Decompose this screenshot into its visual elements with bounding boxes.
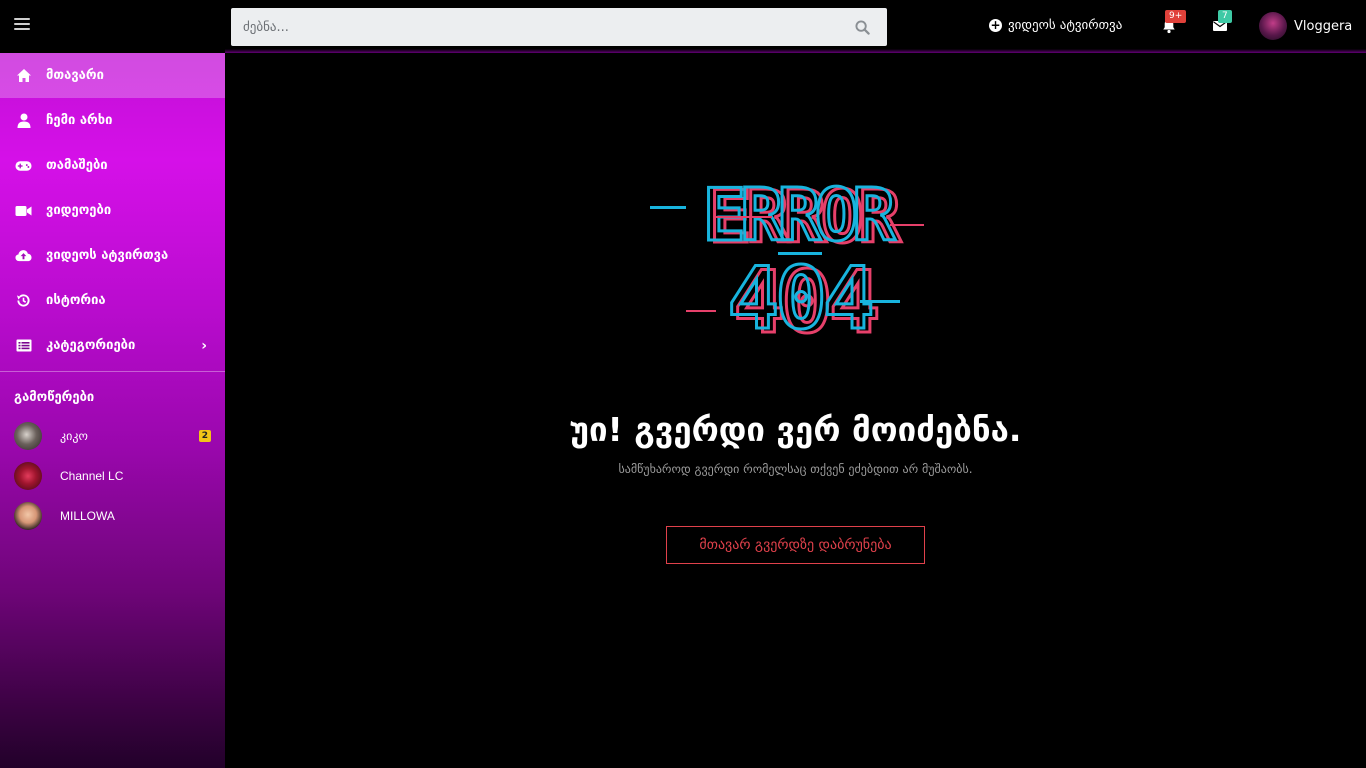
user-icon [15, 113, 32, 129]
top-bar: + ვიდეოს ატვირთვა 9+ 7 Vloggera [0, 0, 1366, 53]
sidebar-item-my-channel[interactable]: ჩემი არხი [0, 98, 225, 143]
glitch-404-text-cyan: 404 [727, 249, 871, 342]
notifications-badge: 9+ [1165, 10, 1187, 23]
chevron-right-icon: › [201, 337, 207, 354]
sidebar: მთავარი ჩემი არხი თამაშები ვიდეოები ვიდე… [0, 53, 225, 768]
search-button[interactable] [837, 8, 887, 46]
sidebar-item-videos[interactable]: ვიდეოები [0, 188, 225, 233]
user-menu[interactable]: Vloggera [1259, 12, 1352, 40]
search-input[interactable] [231, 8, 837, 46]
sidebar-item-label: ისტორია [46, 293, 106, 308]
home-icon [15, 68, 32, 84]
menu-toggle-icon[interactable] [14, 18, 30, 34]
plus-circle-icon: + [989, 18, 1002, 32]
upload-video-label: ვიდეოს ატვირთვა [1008, 18, 1123, 33]
subscription-count-badge: 2 [198, 430, 211, 442]
sidebar-item-upload-video[interactable]: ვიდეოს ატვირთვა [0, 233, 225, 278]
subscription-item[interactable]: MILLOWA [0, 496, 225, 536]
error-404-glitch-graphic: ERROR ERROR 404 404 [650, 172, 924, 342]
sidebar-item-home[interactable]: მთავარი [0, 53, 225, 98]
avatar [1259, 12, 1287, 40]
notifications-button[interactable]: 9+ [1161, 10, 1187, 36]
avatar [14, 502, 42, 530]
subscription-item[interactable]: Channel LC [0, 456, 225, 496]
username: Vloggera [1294, 18, 1353, 34]
subscription-name: Channel LC [60, 469, 124, 483]
video-camera-icon [15, 203, 32, 219]
sidebar-item-label: კატეგორიები [46, 338, 136, 353]
error-title: უი! გვერდი ვერ მოიძებნა. [569, 410, 1022, 449]
back-to-home-button[interactable]: მთავარ გვერდზე დაბრუნება [666, 526, 925, 564]
list-icon [15, 338, 32, 354]
sidebar-item-label: ჩემი არხი [46, 113, 113, 128]
avatar [14, 462, 42, 490]
sidebar-item-label: მთავარი [46, 68, 104, 83]
avatar [14, 422, 42, 450]
messages-button[interactable]: 7 [1212, 10, 1232, 36]
sidebar-item-history[interactable]: ისტორია [0, 278, 225, 323]
sidebar-item-label: ვიდეოს ატვირთვა [46, 248, 169, 263]
search-bar [231, 8, 887, 46]
history-icon [15, 293, 32, 309]
gamepad-icon [15, 158, 32, 174]
cloud-upload-icon [15, 248, 32, 264]
messages-badge: 7 [1218, 10, 1232, 23]
sidebar-item-label: თამაშები [46, 158, 108, 173]
sidebar-item-games[interactable]: თამაშები [0, 143, 225, 188]
subscription-name: კიკო [60, 429, 88, 443]
upload-video-link[interactable]: + ვიდეოს ატვირთვა [989, 18, 1122, 33]
glitch-error-text-cyan: ERROR [703, 173, 896, 257]
search-icon [854, 19, 870, 35]
subscription-name: MILLOWA [60, 509, 115, 523]
sidebar-item-categories[interactable]: კატეგორიები › [0, 323, 225, 368]
error-subtitle: სამწუხაროდ გვერდი რომელსაც თქვენ ეძებდით… [618, 462, 973, 476]
sidebar-item-label: ვიდეოები [46, 203, 112, 218]
subscriptions-title: გამოწერები [14, 390, 95, 405]
subscription-item[interactable]: კიკო 2 [0, 416, 225, 456]
